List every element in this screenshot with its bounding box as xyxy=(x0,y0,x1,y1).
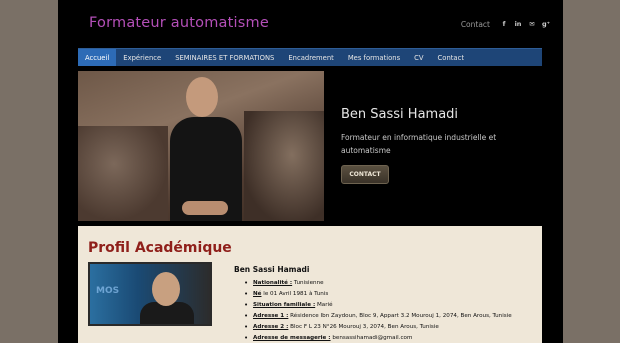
hero-subtitle: Formateur en informatique industrielle e… xyxy=(341,133,497,155)
main-nav: Accueil Expérience SEMINAIRES ET FORMATI… xyxy=(78,48,542,66)
nav-item-mes-formations[interactable]: Mes formations xyxy=(341,49,407,66)
profile-section: Profil Académique MOS Ben Sassi Hamadi N… xyxy=(78,226,542,343)
profile-photo-head xyxy=(152,272,180,306)
email-icon[interactable]: ✉ xyxy=(527,19,537,29)
nav-item-encadrement[interactable]: Encadrement xyxy=(281,49,340,66)
list-item: Adresse 1 : Résidence Ibn Zaydoun, Bloc … xyxy=(244,311,512,322)
nav-item-experience[interactable]: Expérience xyxy=(116,49,168,66)
profile-photo: MOS xyxy=(88,262,212,326)
hero-person-hands xyxy=(182,201,228,215)
profile-name: Ben Sassi Hamadi xyxy=(234,265,310,274)
nav-item-contact[interactable]: Contact xyxy=(431,49,471,66)
page-container: Formateur automatisme Contact f in ✉ g⁺ … xyxy=(58,0,563,343)
site-title[interactable]: Formateur automatisme xyxy=(89,15,269,31)
googleplus-icon[interactable]: g⁺ xyxy=(541,19,551,29)
list-item: Nationalité : Tunisienne xyxy=(244,278,512,289)
nav-item-seminaires[interactable]: SEMINAIRES ET FORMATIONS xyxy=(168,49,281,66)
list-item: Situation familiale : Marié xyxy=(244,300,512,311)
profile-title: Profil Académique xyxy=(88,240,232,256)
hero-person-head xyxy=(186,77,218,117)
hero-portrait-image xyxy=(78,71,324,221)
profile-details-list: Nationalité : Tunisienne Né le 01 Avril … xyxy=(244,278,512,343)
hero-sofa-left xyxy=(78,126,168,221)
hero-name: Ben Sassi Hamadi xyxy=(341,107,459,122)
profile-photo-backdrop-text: MOS xyxy=(96,286,120,296)
linkedin-icon[interactable]: in xyxy=(513,19,523,29)
list-item: Né le 01 Avril 1981 à Tunis xyxy=(244,289,512,300)
nav-item-accueil[interactable]: Accueil xyxy=(78,49,117,66)
header-contact-link[interactable]: Contact xyxy=(461,20,490,29)
hero-contact-button[interactable]: CONTACT xyxy=(341,165,389,184)
list-item: Adresse 2 : Bloc F L 23 N°26 Mourouj 3, … xyxy=(244,322,512,333)
nav-item-cv[interactable]: CV xyxy=(407,49,430,66)
header-links: Contact f in ✉ g⁺ xyxy=(461,19,551,29)
hero-sofa-right xyxy=(244,111,324,221)
facebook-icon[interactable]: f xyxy=(499,19,509,29)
list-item: Adresse de messagerie : bensassihamadi@g… xyxy=(244,333,512,343)
